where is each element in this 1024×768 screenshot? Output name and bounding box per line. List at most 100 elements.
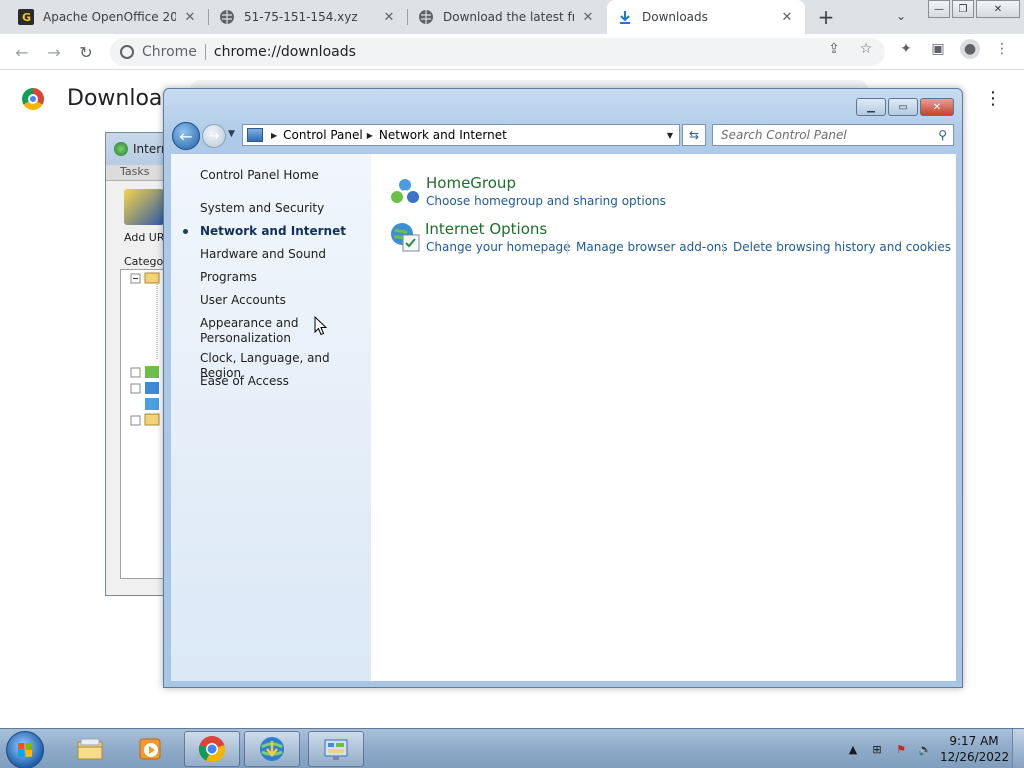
tab-download-latest[interactable]: Download the latest free ✕ (408, 0, 606, 34)
tab-title: Downloads (642, 10, 708, 24)
clock[interactable]: 9:17 AM 12/26/2022 (940, 733, 1010, 765)
search-placeholder: Search Control Panel (721, 128, 847, 142)
media-player-icon (139, 738, 161, 760)
browser-toolbar: ← → ↻ Chrome chrome://downloads ⇪ ☆ ✦ ▣ … (0, 34, 1024, 70)
restore-window-button[interactable]: ❐ (952, 0, 974, 18)
explorer-icon (77, 738, 103, 760)
breadcrumb-arrow-icon[interactable]: ▶ (271, 131, 277, 140)
tab-strip: G Apache OpenOffice 2021 ✕ 51-75-151-154… (0, 0, 1024, 34)
cp-close-button[interactable]: ✕ (920, 98, 954, 116)
idm-icon (260, 737, 284, 761)
delete-history-link[interactable]: Delete browsing history and cookies (733, 240, 951, 254)
back-arrow-icon[interactable]: ← (172, 122, 200, 150)
tab-title: Download the latest free (443, 10, 574, 24)
action-center-flag-icon[interactable]: ⚑ (893, 741, 909, 757)
tab-close-icon[interactable]: ✕ (182, 9, 198, 25)
cp-address-bar[interactable]: ▶ Control Panel ▶ Network and Internet ▼ (242, 124, 680, 146)
back-arrow-icon[interactable]: ← (10, 40, 34, 64)
address-dropdown-icon[interactable]: ▼ (667, 131, 673, 140)
side-panel-icon[interactable]: ▣ (930, 41, 946, 57)
extensions-puzzle-icon[interactable]: ✦ (898, 41, 914, 57)
svg-text:G: G (22, 11, 31, 24)
current-item-bullet (183, 229, 188, 234)
link-divider (723, 241, 724, 255)
taskbar-media-player[interactable] (122, 731, 178, 767)
internet-options-icon[interactable] (389, 221, 421, 253)
link-divider (567, 241, 568, 255)
change-homepage-link[interactable]: Change your homepage (426, 240, 571, 254)
internet-options-title[interactable]: Internet Options (425, 220, 547, 238)
globe-icon (418, 9, 434, 25)
nav-programs[interactable]: Programs (200, 270, 257, 285)
tab-close-icon[interactable]: ✕ (381, 9, 397, 25)
history-dropdown-icon[interactable]: ▼ (228, 129, 235, 139)
reload-icon[interactable]: ↻ (74, 40, 98, 64)
idm-app-icon (114, 142, 128, 156)
show-hidden-icons-icon[interactable]: ▲ (845, 741, 861, 757)
tab-downloads[interactable]: Downloads ✕ (607, 0, 805, 34)
breadcrumb-arrow-icon[interactable]: ▶ (367, 131, 373, 140)
breadcrumb-network-internet[interactable]: Network and Internet (379, 128, 507, 142)
chrome-icon (198, 736, 226, 763)
tab-51-75-151-154[interactable]: 51-75-151-154.xyz ✕ (209, 0, 407, 34)
volume-icon[interactable]: 🔈 (917, 741, 933, 757)
homegroup-title[interactable]: HomeGroup (426, 174, 516, 192)
address-bar[interactable]: Chrome chrome://downloads (110, 38, 885, 66)
nav-appearance-line2[interactable]: Personalization (200, 331, 291, 346)
mouse-cursor-icon (314, 316, 328, 336)
cp-minimize-button[interactable]: ▁ (856, 98, 886, 116)
forward-arrow-icon[interactable]: → (202, 124, 226, 148)
nav-control-panel-home[interactable]: Control Panel Home (200, 168, 319, 183)
system-tray: ▲ ⊞ ⚑ 🔈 (845, 729, 941, 768)
minimize-window-button[interactable]: — (928, 0, 950, 18)
tab-close-icon[interactable]: ✕ (779, 9, 795, 25)
share-icon[interactable]: ⇪ (826, 41, 842, 57)
profile-avatar-icon[interactable]: ● (960, 39, 980, 59)
omnibox-divider (204, 44, 206, 60)
download-icon (617, 9, 633, 25)
tab-title: 51-75-151-154.xyz (244, 10, 358, 24)
show-desktop-button[interactable] (1012, 729, 1024, 768)
breadcrumb-control-panel[interactable]: Control Panel (283, 128, 363, 142)
close-window-button[interactable]: ✕ (976, 0, 1020, 18)
tab-title: Apache OpenOffice 2021 (43, 10, 176, 24)
chevron-down-icon[interactable]: ⌄ (896, 9, 914, 25)
nav-network-internet[interactable]: Network and Internet (200, 224, 346, 239)
nav-user-accounts[interactable]: User Accounts (200, 293, 286, 308)
manage-addons-link[interactable]: Manage browser add-ons (576, 240, 728, 254)
forward-arrow-icon[interactable]: → (42, 40, 66, 64)
taskbar-control-panel[interactable] (308, 731, 364, 767)
add-url-icon[interactable] (124, 189, 164, 225)
cp-nav-pane: Control Panel Home System and Security N… (171, 154, 371, 681)
search-icon[interactable]: ⚲ (938, 128, 947, 142)
start-button[interactable] (6, 731, 44, 768)
nav-system-security[interactable]: System and Security (200, 201, 324, 216)
page-title: Download (67, 86, 177, 111)
taskbar-idm[interactable] (244, 731, 300, 767)
taskbar: ▲ ⊞ ⚑ 🔈 9:17 AM 12/26/2022 (0, 728, 1024, 768)
control-panel-icon (324, 739, 348, 760)
nav-appearance-line1[interactable]: Appearance and (200, 316, 298, 331)
nav-ease-of-access[interactable]: Ease of Access (200, 374, 289, 389)
new-tab-icon[interactable]: + (815, 5, 837, 29)
cp-search-input[interactable]: Search Control Panel ⚲ (712, 124, 954, 146)
taskbar-explorer[interactable] (62, 731, 118, 767)
tab-close-icon[interactable]: ✕ (580, 9, 596, 25)
more-menu-icon[interactable]: ⋮ (994, 41, 1010, 57)
tab-openoffice[interactable]: G Apache OpenOffice 2021 ✕ (8, 0, 208, 34)
site-chip-label: Chrome (142, 44, 197, 60)
clock-date: 12/26/2022 (940, 750, 1010, 764)
star-icon[interactable]: ☆ (858, 41, 874, 57)
taskbar-chrome[interactable] (184, 731, 240, 767)
refresh-icon[interactable]: ⇆ (682, 124, 706, 146)
control-panel-window[interactable]: ▁ ▭ ✕ ← → ▼ ▶ Control Panel ▶ Network an… (163, 88, 963, 688)
more-menu-icon[interactable]: ⋮ (984, 88, 1002, 109)
control-panel-icon (247, 128, 263, 142)
network-icon[interactable]: ⊞ (869, 741, 885, 757)
homegroup-sharing-link[interactable]: Choose homegroup and sharing options (426, 194, 666, 208)
globe-icon (219, 9, 235, 25)
nav-hardware-sound[interactable]: Hardware and Sound (200, 247, 326, 262)
homegroup-icon[interactable] (389, 176, 421, 208)
cp-maximize-button[interactable]: ▭ (888, 98, 918, 116)
site-chip[interactable]: Chrome (120, 44, 197, 60)
